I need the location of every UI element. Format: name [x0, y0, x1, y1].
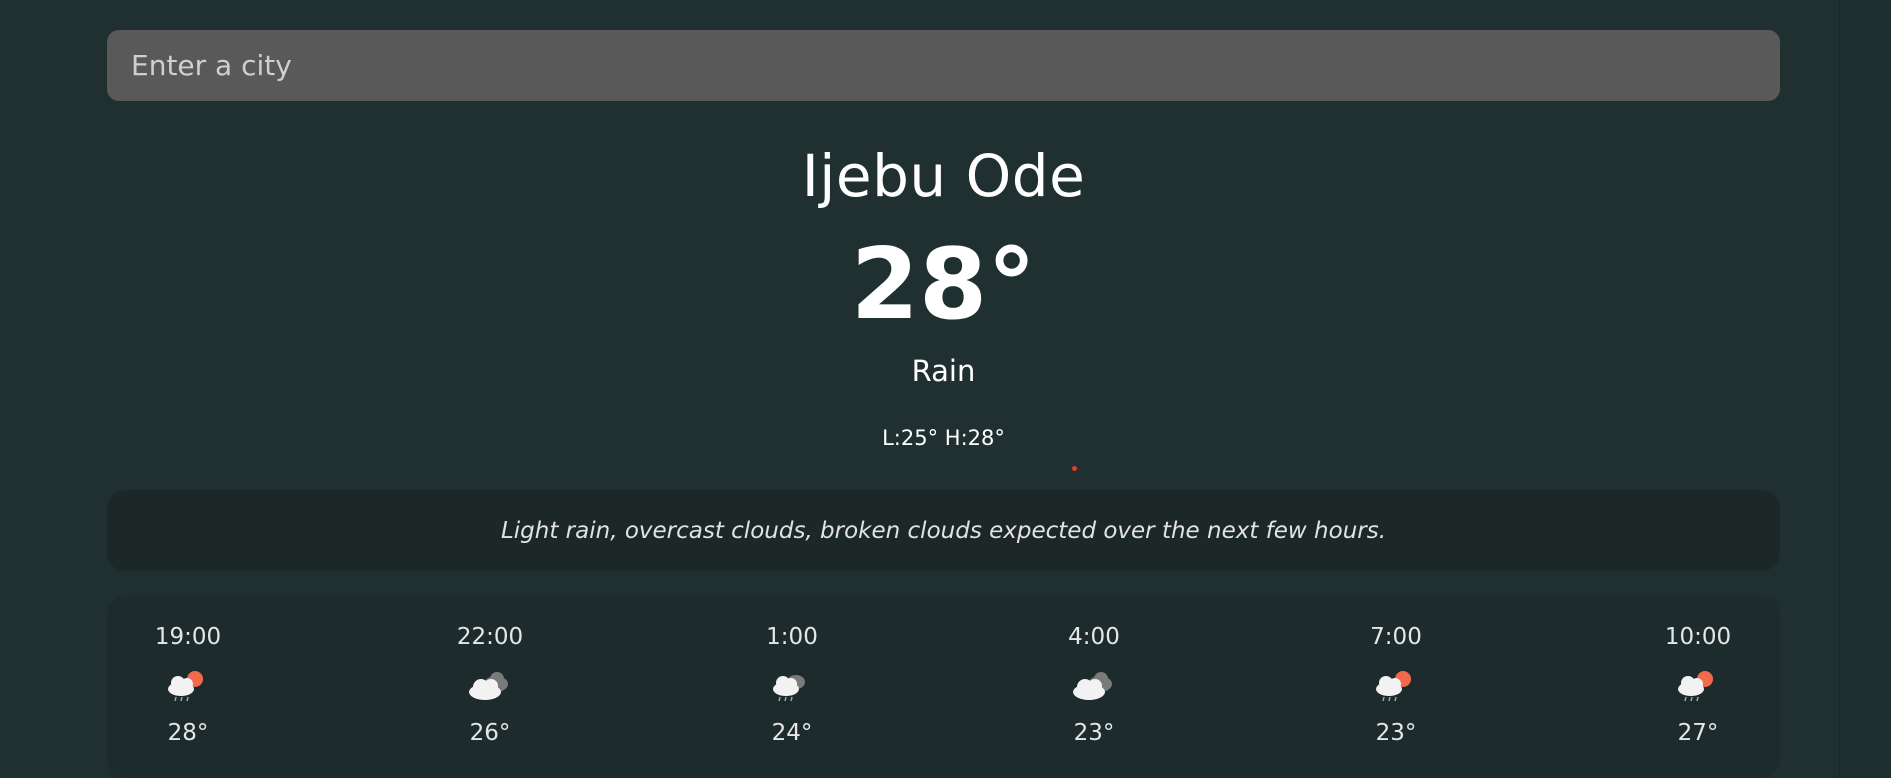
hour-temperature: 28°: [167, 720, 209, 746]
hour-time: 19:00: [154, 624, 222, 650]
hour-time: 4:00: [1068, 624, 1120, 650]
current-condition: Rain: [911, 354, 976, 388]
weather-app: Ijebu Ode 28° Rain L:25° H:28° Light rai…: [0, 0, 1891, 778]
rain-cloud-sun-icon: [1678, 671, 1713, 702]
hourly-item: 7:00 23°: [1326, 624, 1466, 746]
indicator-dot: [1072, 466, 1077, 471]
hour-temperature: 27°: [1677, 720, 1719, 746]
city-search-input[interactable]: [107, 30, 1780, 101]
hourly-item: 1:00 24°: [722, 624, 862, 746]
overcast-clouds-icon: [1073, 672, 1112, 700]
hour-time: 22:00: [456, 624, 524, 650]
low-high-temperature: L:25° H:28°: [882, 426, 1005, 450]
hourly-item: 4:00 23°: [1024, 624, 1164, 746]
overcast-clouds-icon: [469, 672, 508, 700]
hour-temperature: 26°: [469, 720, 511, 746]
hour-time: 10:00: [1664, 624, 1732, 650]
hourly-item: 19:00 28°: [118, 624, 258, 746]
city-name: Ijebu Ode: [801, 142, 1086, 210]
hour-time: 7:00: [1370, 624, 1422, 650]
rain-cloud-sun-icon: [168, 671, 203, 702]
hourly-forecast-panel: 19:00 28° 22:00 26° 1:00 24° 4:00 23° 7:…: [107, 596, 1780, 778]
hour-temperature: 23°: [1073, 720, 1115, 746]
current-temperature: 28°: [850, 228, 1037, 342]
rain-cloud-sun-icon: [1376, 671, 1411, 702]
hourly-item: 10:00 27°: [1628, 624, 1768, 746]
hour-temperature: 23°: [1375, 720, 1417, 746]
window-edge: [1839, 0, 1891, 778]
hour-temperature: 24°: [771, 720, 813, 746]
forecast-summary: Light rain, overcast clouds, broken clou…: [107, 490, 1780, 571]
hourly-item: 22:00 26°: [420, 624, 560, 746]
hour-time: 1:00: [766, 624, 818, 650]
rain-cloud-icon: [773, 675, 805, 702]
summary-text: Light rain, overcast clouds, broken clou…: [500, 517, 1387, 544]
